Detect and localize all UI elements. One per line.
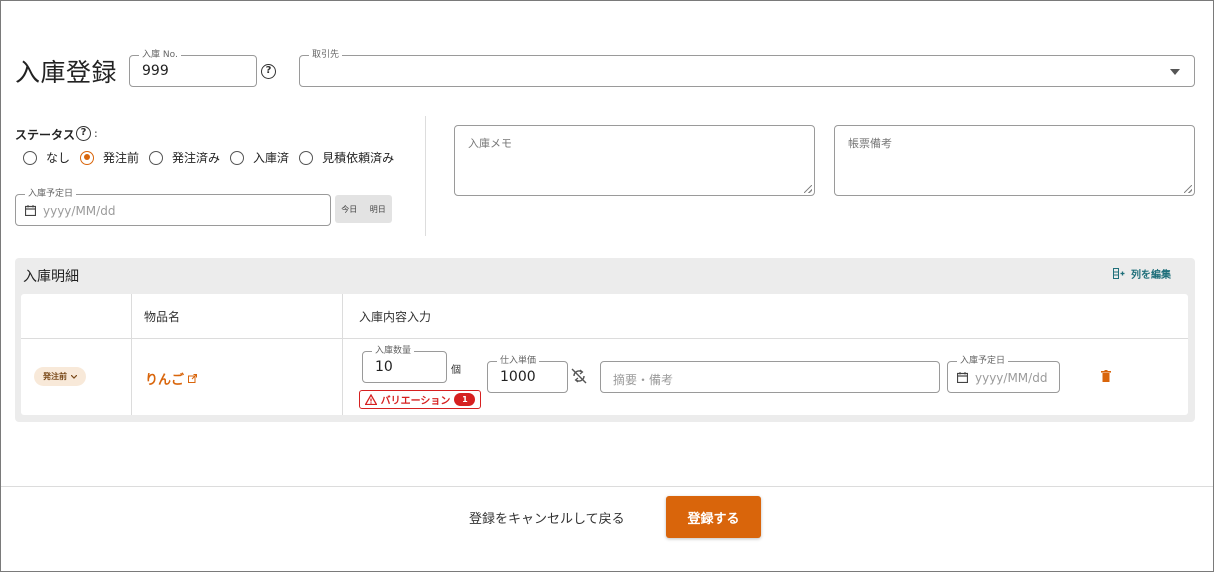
chevron-down-icon bbox=[71, 374, 77, 379]
scheduled-date-placeholder: yyyy/MM/dd bbox=[43, 204, 116, 218]
remarks-textarea[interactable]: 帳票備考 bbox=[834, 125, 1195, 196]
unit-price-label: 仕入単価 bbox=[497, 355, 540, 367]
receipt-no-value: 999 bbox=[142, 63, 169, 79]
header-divider bbox=[21, 338, 1188, 339]
resize-handle-icon[interactable] bbox=[804, 185, 812, 193]
external-link-icon bbox=[188, 374, 198, 383]
scheduled-date-field[interactable]: 入庫予定日 yyyy/MM/dd bbox=[15, 188, 331, 226]
column-add-icon bbox=[1113, 268, 1125, 279]
status-colon: : bbox=[94, 127, 98, 140]
radio-circle-icon bbox=[23, 150, 37, 165]
radio-checked-icon bbox=[80, 150, 95, 165]
dropdown-arrow-icon bbox=[1170, 69, 1180, 75]
row-status-chip[interactable]: 発注前 bbox=[34, 367, 86, 386]
radio-circle-icon bbox=[149, 150, 164, 165]
status-radio-group: なし 発注前 発注済み 入庫済 見積依頼済み bbox=[23, 149, 404, 166]
status-radio-ordered[interactable]: 発注済み bbox=[149, 149, 220, 166]
sync-off-icon[interactable] bbox=[571, 368, 587, 384]
status-radio-before-order[interactable]: 発注前 bbox=[80, 149, 139, 166]
status-help-icon[interactable]: ? bbox=[76, 126, 91, 141]
tomorrow-button[interactable]: 明日 bbox=[370, 204, 386, 215]
page-title: 入庫登録 bbox=[15, 58, 118, 87]
calendar-icon bbox=[957, 372, 968, 383]
footer-divider bbox=[1, 486, 1213, 487]
summary-input[interactable]: 摘要・備考 bbox=[600, 361, 940, 393]
delete-icon[interactable] bbox=[1101, 370, 1111, 382]
submit-button[interactable]: 登録する bbox=[666, 496, 761, 538]
unit-price-value: 1000 bbox=[500, 369, 536, 385]
quantity-value: 10 bbox=[375, 359, 393, 375]
variation-button[interactable]: バリエーション 1 bbox=[359, 390, 481, 409]
column-header-item: 物品名 bbox=[144, 310, 181, 324]
vertical-divider bbox=[425, 116, 426, 236]
help-icon[interactable]: ? bbox=[261, 64, 276, 79]
scheduled-date-label: 入庫予定日 bbox=[25, 188, 77, 200]
today-button[interactable]: 今日 bbox=[341, 204, 357, 215]
column-header-input: 入庫内容入力 bbox=[359, 310, 432, 324]
memo-textarea[interactable]: 入庫メモ bbox=[454, 125, 815, 196]
unit-price-input[interactable]: 仕入単価 1000 bbox=[487, 355, 568, 393]
cancel-link[interactable]: 登録をキャンセルして戻る bbox=[469, 508, 625, 527]
row-date-placeholder: yyyy/MM/dd bbox=[975, 371, 1048, 385]
resize-handle-icon[interactable] bbox=[1184, 185, 1192, 193]
status-label: ステータス bbox=[15, 128, 76, 142]
row-date-label: 入庫予定日 bbox=[957, 355, 1009, 367]
supplier-select[interactable]: 取引先 bbox=[299, 49, 1195, 87]
warning-icon bbox=[364, 394, 377, 405]
calendar-icon bbox=[25, 205, 36, 216]
radio-circle-icon bbox=[299, 150, 314, 165]
column-divider bbox=[131, 294, 132, 415]
status-radio-none[interactable]: なし bbox=[23, 149, 70, 166]
page-frame: 入庫登録 入庫 No. 999 ? 取引先 ステータス ? : なし 発注前 発… bbox=[0, 0, 1214, 572]
quantity-label: 入庫数量 bbox=[372, 345, 415, 357]
column-divider bbox=[342, 294, 343, 415]
summary-placeholder: 摘要・備考 bbox=[613, 373, 674, 387]
remarks-label: 帳票備考 bbox=[848, 137, 892, 150]
item-name-link[interactable]: りんご bbox=[145, 369, 198, 388]
status-radio-quote-requested[interactable]: 見積依頼済み bbox=[299, 149, 394, 166]
receipt-no-field[interactable]: 入庫 No. 999 bbox=[129, 49, 257, 87]
row-date-input[interactable]: 入庫予定日 yyyy/MM/dd bbox=[947, 355, 1060, 393]
quantity-unit: 個 bbox=[451, 365, 461, 376]
date-quick-buttons: 今日 明日 bbox=[335, 195, 392, 223]
supplier-label: 取引先 bbox=[309, 49, 343, 61]
status-radio-received[interactable]: 入庫済 bbox=[230, 149, 289, 166]
variation-count-badge: 1 bbox=[454, 393, 476, 406]
receipt-no-label: 入庫 No. bbox=[139, 49, 181, 61]
radio-circle-icon bbox=[230, 150, 245, 165]
memo-label: 入庫メモ bbox=[468, 137, 512, 150]
quantity-input[interactable]: 入庫数量 10 bbox=[362, 345, 447, 383]
details-title: 入庫明細 bbox=[23, 269, 79, 285]
edit-columns-button[interactable]: 列を編集 bbox=[1113, 266, 1171, 281]
details-table bbox=[21, 294, 1188, 415]
